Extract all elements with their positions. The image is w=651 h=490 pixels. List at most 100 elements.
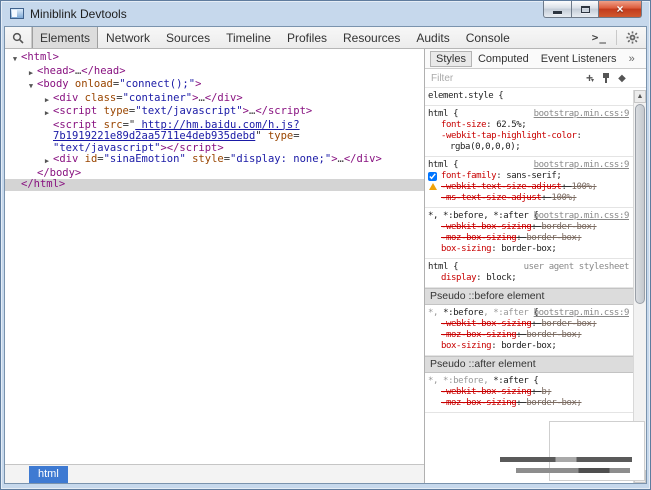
console-drawer-toggle[interactable]: >_ [585, 27, 614, 48]
stylesheet-link[interactable]: bootstrap.min.css:9 [534, 211, 629, 222]
tab-resources[interactable]: Resources [335, 27, 408, 48]
inspect-element-button[interactable] [5, 27, 32, 48]
css-property[interactable]: -webkit-box-sizing: border-box; [428, 319, 631, 330]
css-property[interactable]: font-family: sans-serif; [428, 171, 631, 182]
rule-selector[interactable]: *, *:before, *:after {bootstrap.min.css:… [428, 211, 631, 222]
css-property[interactable]: -moz-box-sizing: border-box; [428, 330, 631, 341]
stylesheet-link: user agent stylesheet [524, 262, 629, 273]
gear-icon [626, 31, 639, 44]
computed-sidebar-toggle[interactable]: ◆ [614, 73, 630, 84]
maximize-button[interactable] [572, 1, 599, 18]
tab-audits[interactable]: Audits [408, 27, 457, 48]
twisty-icon[interactable]: ▶ [41, 106, 53, 120]
rule-selector[interactable]: *, *:before, *:after { [428, 376, 631, 387]
twisty-icon[interactable]: ▼ [25, 79, 37, 93]
syntax-token: "container" [123, 92, 193, 104]
property-value: border-box; [526, 330, 581, 340]
rule-selector[interactable]: html {bootstrap.min.css:9 [428, 109, 631, 120]
css-property[interactable]: box-sizing: border-box; [428, 341, 631, 352]
sidebar-tab-styles[interactable]: Styles [430, 51, 472, 67]
sidebar-tab-event-listeners[interactable]: Event Listeners [535, 51, 623, 67]
tree-row[interactable]: ▼<body onload="connect();"> [5, 79, 424, 93]
tree-row-text: <script src=" http://hm.baidu.com/h.js?7… [53, 120, 300, 155]
twisty-icon[interactable]: ▶ [41, 154, 53, 168]
css-property[interactable]: display: block; [428, 273, 631, 284]
css-property[interactable]: -webkit-text-size-adjust: 100%; [428, 182, 631, 193]
caret-down-icon: ▾ [591, 77, 594, 84]
resource-link[interactable]: http://hm.baidu.com/h.js? [135, 119, 299, 131]
resource-link[interactable]: 7b1919221e89d2aa5711e4deb935debd [53, 130, 255, 142]
property-name: -webkit-text-size-adjust [441, 182, 561, 192]
tab-elements[interactable]: Elements [32, 27, 98, 48]
tree-row[interactable]: ▶<div class="container">…</div> [5, 93, 424, 107]
open-brace: { [448, 262, 458, 272]
stylesheet-link[interactable]: bootstrap.min.css:9 [534, 109, 629, 120]
rule-selector[interactable]: html {bootstrap.min.css:9 [428, 160, 631, 171]
twisty-icon[interactable]: ▶ [25, 66, 37, 80]
tab-network[interactable]: Network [98, 27, 158, 48]
style-rule: element.style { [425, 88, 633, 106]
toggle-element-state-button[interactable] [598, 73, 614, 83]
property-value: border-box; [541, 319, 596, 329]
css-property[interactable]: -moz-box-sizing: border-box; [428, 233, 631, 244]
search-icon [12, 32, 24, 44]
tree-row[interactable]: </body> [5, 168, 424, 180]
tree-row[interactable]: </html> [5, 179, 424, 191]
breadcrumb: html [5, 464, 424, 483]
property-name: -moz-box-sizing [441, 233, 516, 243]
rule-selector[interactable]: *, *:before, *:after {bootstrap.min.css:… [428, 308, 631, 319]
property-colon: : [516, 233, 526, 243]
stylesheet-link[interactable]: bootstrap.min.css:9 [534, 308, 629, 319]
devtools-panel: ElementsNetworkSourcesTimelineProfilesRe… [4, 26, 647, 484]
scrollbar-thumb[interactable] [635, 104, 645, 304]
twisty-spacer [41, 120, 53, 122]
tree-row[interactable]: ▶<div id="sinaEmotion" style="display: n… [5, 154, 424, 168]
selector-text: *:after [493, 376, 528, 386]
dom-tree: ▼<html>▶<head>…</head>▼<body onload="con… [5, 49, 424, 464]
twisty-icon[interactable]: ▶ [41, 93, 53, 107]
sidebar-tab-computed[interactable]: Computed [472, 51, 535, 67]
filter-input[interactable]: Filter [431, 73, 453, 84]
tab-sources[interactable]: Sources [158, 27, 218, 48]
css-property[interactable]: -moz-box-sizing: border-box; [428, 398, 631, 409]
tab-timeline[interactable]: Timeline [218, 27, 279, 48]
css-property[interactable]: -webkit-box-sizing: border-box; [428, 222, 631, 233]
tree-row[interactable]: <script src=" http://hm.baidu.com/h.js?7… [5, 120, 424, 155]
close-button[interactable]: × [599, 1, 642, 18]
rule-selector[interactable]: html { user agent stylesheet [428, 262, 631, 273]
new-style-rule-button[interactable]: +▾ [582, 72, 598, 84]
css-property[interactable]: font-size: 62.5%; [428, 120, 631, 131]
styles-pane: StylesComputedEvent Listeners» Filter +▾… [425, 49, 646, 483]
tree-row-text: <div class="container">…</div> [53, 93, 243, 105]
styles-toolbar: Filter +▾ ◆ [425, 69, 646, 88]
breadcrumb-item-html[interactable]: html [29, 466, 68, 483]
tab-profiles[interactable]: Profiles [279, 27, 335, 48]
property-value: sans-serif; [506, 171, 561, 181]
selector-text: html [428, 262, 448, 272]
diamond-icon: ◆ [618, 73, 626, 84]
sidebar-tabs-overflow-chevron[interactable]: » [623, 51, 641, 67]
render-glitch-bar [500, 457, 632, 462]
settings-button[interactable] [619, 27, 646, 48]
css-property[interactable]: -webkit-box-sizing: b; [428, 387, 631, 398]
tree-row[interactable]: ▼<html> [5, 52, 424, 66]
css-property[interactable]: -ms-text-size-adjust: 100%; [428, 193, 631, 204]
css-property[interactable]: -webkit-tap-highlight-color: rgba(0,0,0,… [428, 131, 631, 153]
property-colon: : [486, 120, 496, 130]
twisty-icon[interactable]: ▼ [9, 52, 21, 66]
css-property[interactable]: box-sizing: border-box; [428, 244, 631, 255]
scroll-up-arrow[interactable]: ▲ [634, 90, 646, 103]
syntax-token: ></script> [160, 142, 223, 154]
syntax-token: = [293, 130, 299, 142]
property-checkbox[interactable] [428, 172, 437, 181]
minimize-button[interactable] [543, 1, 572, 18]
property-value: border-box; [541, 222, 596, 232]
titlebar[interactable]: Miniblink Devtools × [1, 1, 650, 26]
stylesheet-link[interactable]: bootstrap.min.css:9 [534, 160, 629, 171]
property-name: -webkit-tap-highlight-color [441, 131, 577, 141]
tree-row[interactable]: ▶<head>…</head> [5, 66, 424, 80]
rule-selector[interactable]: element.style { [428, 91, 631, 102]
syntax-token: "text/javascript" [53, 142, 160, 154]
tab-console[interactable]: Console [458, 27, 518, 48]
tree-row[interactable]: ▶<script type="text/javascript">…</scrip… [5, 106, 424, 120]
